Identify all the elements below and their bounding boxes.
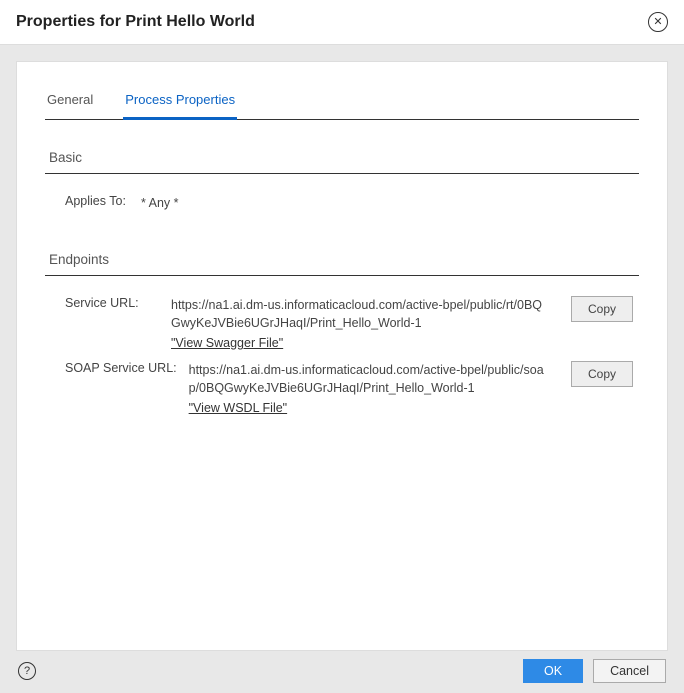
section-basic-title: Basic [45, 144, 639, 174]
tab-process-properties[interactable]: Process Properties [123, 86, 237, 120]
view-wsdl-link[interactable]: "View WSDL File" [189, 399, 287, 417]
soap-url-label: SOAP Service URL: [65, 361, 177, 375]
section-endpoints-title: Endpoints [45, 246, 639, 276]
copy-service-url-button[interactable]: Copy [571, 296, 633, 322]
applies-to-row: Applies To: * Any * [45, 190, 639, 216]
service-url-text: https://na1.ai.dm-us.informaticacloud.co… [171, 298, 542, 330]
dialog-title: Properties for Print Hello World [16, 13, 255, 31]
tab-bar: General Process Properties [45, 86, 639, 120]
view-swagger-link[interactable]: "View Swagger File" [171, 334, 283, 352]
service-url-label: Service URL: [65, 296, 159, 310]
copy-soap-url-button[interactable]: Copy [571, 361, 633, 387]
close-icon[interactable]: ✕ [648, 12, 668, 32]
soap-url-value: https://na1.ai.dm-us.informaticacloud.co… [189, 361, 547, 417]
service-url-value: https://na1.ai.dm-us.informaticacloud.co… [171, 296, 547, 352]
help-icon[interactable]: ? [18, 662, 36, 680]
dialog-header: Properties for Print Hello World ✕ [0, 0, 684, 45]
applies-to-label: Applies To: [65, 194, 129, 208]
panel: General Process Properties Basic Applies… [16, 61, 668, 651]
ok-button[interactable]: OK [523, 659, 583, 683]
content-area: General Process Properties Basic Applies… [0, 45, 684, 667]
service-url-row: Service URL: https://na1.ai.dm-us.inform… [45, 292, 639, 356]
tab-general[interactable]: General [45, 86, 95, 120]
applies-to-value: * Any * [141, 194, 639, 212]
soap-url-text: https://na1.ai.dm-us.informaticacloud.co… [189, 363, 544, 395]
dialog-footer: ? OK Cancel [0, 659, 684, 683]
soap-url-row: SOAP Service URL: https://na1.ai.dm-us.i… [45, 357, 639, 421]
cancel-button[interactable]: Cancel [593, 659, 666, 683]
